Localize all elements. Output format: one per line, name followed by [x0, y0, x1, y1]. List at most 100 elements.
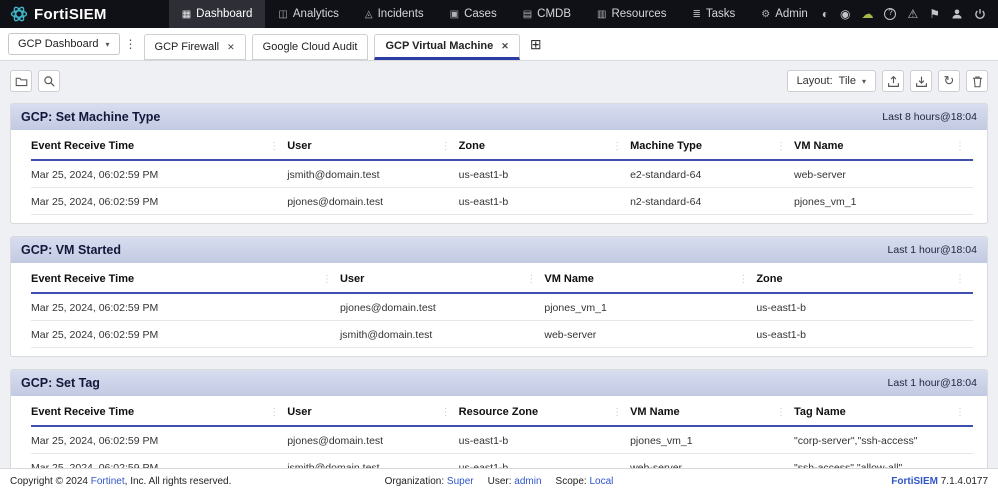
dashboard-folder-selector[interactable]: GCP Dashboard ▾ [8, 33, 120, 55]
nav-label: Incidents [377, 8, 424, 20]
nav-item-cases[interactable]: ▣ Cases [437, 0, 510, 28]
tab-gcp-firewall[interactable]: GCP Firewall ✕ [143, 34, 246, 60]
panel-header[interactable]: GCP: VM Started Last 1 hour@18:04 [11, 237, 987, 263]
organization-info: Organization: Super [385, 476, 474, 487]
cloud-status-icon[interactable]: ☁ [861, 8, 873, 20]
scope-info: Scope: Local [556, 476, 614, 487]
nav-label: Tasks [705, 8, 736, 20]
column-header[interactable]: User [339, 264, 545, 294]
fortinet-link[interactable]: Fortinet [91, 476, 125, 487]
user-info: User: admin [488, 476, 542, 487]
layout-label: Layout: [796, 75, 833, 87]
theme-icon[interactable]: ◐ [822, 8, 829, 20]
layout-value: Tile [838, 75, 856, 87]
folder-button[interactable] [10, 70, 32, 92]
flag-icon[interactable]: ⚑ [929, 8, 940, 20]
warning-icon[interactable]: ⚠ [907, 8, 918, 20]
search-icon [43, 75, 55, 87]
export-button[interactable] [882, 70, 904, 92]
organization-value[interactable]: Super [447, 476, 474, 487]
user-value[interactable]: admin [514, 476, 541, 487]
panel-gcp-set-tag: GCP: Set Tag Last 1 hour@18:04 Event Rec… [10, 369, 988, 468]
cmdb-icon: ▤ [522, 8, 533, 20]
tab-label: GCP Virtual Machine [385, 40, 494, 52]
table-cell: Mar 25, 2024, 06:02:59 PM [31, 321, 340, 348]
delete-button[interactable] [966, 70, 988, 92]
table-cell: web-server [794, 161, 973, 188]
nav-item-resources[interactable]: ▥ Resources [584, 0, 679, 28]
download-button[interactable] [910, 70, 932, 92]
nav-item-cmdb[interactable]: ▤ CMDB [510, 0, 584, 28]
table-cell: Mar 25, 2024, 06:02:59 PM [31, 188, 288, 215]
dashboard-content: Layout: Tile ▾ ↻ GCP: Set Machine Type L… [0, 61, 998, 468]
refresh-button[interactable]: ↻ [938, 70, 960, 92]
panel-time-range: Last 1 hour@18:04 [887, 244, 977, 256]
nav-item-incidents[interactable]: ◬ Incidents [352, 0, 437, 28]
panel-title: GCP: VM Started [21, 243, 122, 257]
nav-label: Resources [611, 8, 667, 20]
column-header[interactable]: VM Name [630, 397, 794, 427]
table-cell: "corp-server","ssh-access" [794, 427, 973, 454]
close-icon[interactable]: ✕ [501, 41, 509, 52]
column-header[interactable]: VM Name [794, 131, 973, 161]
product-name[interactable]: FortiSIEM [891, 476, 938, 487]
column-header[interactable]: Event Receive Time [31, 131, 288, 161]
dashboard-options-kebab-icon[interactable]: ⋮ [120, 37, 144, 51]
table-cell: n2-standard-64 [630, 188, 794, 215]
tab-gcp-virtual-machine[interactable]: GCP Virtual Machine ✕ [374, 34, 520, 60]
nav-label: Dashboard [196, 8, 253, 20]
column-header[interactable]: VM Name [544, 264, 757, 294]
help-icon[interactable]: ? [884, 8, 897, 20]
column-header[interactable]: Tag Name [794, 397, 973, 427]
table-cell: us-east1-b [458, 427, 631, 454]
panel-title: GCP: Set Machine Type [21, 110, 161, 124]
table-cell: pjones_vm_1 [794, 188, 973, 215]
panel-time-range: Last 1 hour@18:04 [887, 377, 977, 389]
copyright-prefix: Copyright © 2024 [10, 475, 91, 487]
column-header[interactable]: Event Receive Time [31, 264, 340, 294]
scope-value[interactable]: Local [589, 476, 613, 487]
nav-item-tasks[interactable]: ≣ Tasks [679, 0, 748, 28]
column-header[interactable]: Event Receive Time [31, 397, 288, 427]
table-cell: e2-standard-64 [630, 161, 794, 188]
table-cell: Mar 25, 2024, 06:02:59 PM [31, 161, 288, 188]
table-cell: pjones@domain.test [287, 427, 459, 454]
panel-header[interactable]: GCP: Set Machine Type Last 8 hours@18:04 [11, 104, 987, 130]
top-navbar: FortiSIEM ▦ Dashboard ◫ Analytics ◬ Inci… [0, 0, 998, 28]
refresh-icon: ↻ [943, 73, 955, 88]
download-icon [915, 76, 927, 87]
nav-label: Cases [464, 8, 497, 20]
add-dashboard-icon[interactable]: ⊞ [530, 36, 542, 53]
copyright-text: Copyright © 2024 Fortinet, Inc. All righ… [10, 476, 385, 487]
column-header[interactable]: User [287, 397, 459, 427]
layout-dropdown[interactable]: Layout: Tile ▾ [786, 70, 876, 92]
panel-header[interactable]: GCP: Set Tag Last 1 hour@18:04 [11, 370, 987, 396]
close-icon[interactable]: ✕ [227, 42, 235, 53]
tasks-icon: ≣ [692, 8, 701, 20]
column-header[interactable]: Zone [756, 264, 973, 294]
navbar-utilities: ◐ ◉ ☁ ? ⚠ ⚑ [822, 8, 998, 20]
table-cell: Mar 25, 2024, 06:02:59 PM [31, 454, 287, 468]
logout-power-icon[interactable] [974, 8, 986, 20]
table-cell: Mar 25, 2024, 06:02:59 PM [31, 427, 288, 454]
table-cell: jsmith@domain.test [339, 321, 545, 348]
copyright-suffix: , Inc. All rights reserved. [124, 475, 232, 487]
chevron-down-icon: ▾ [861, 76, 866, 86]
nav-label: CMDB [537, 8, 572, 20]
tab-google-cloud-audit[interactable]: Google Cloud Audit [251, 34, 369, 60]
user-icon[interactable] [951, 8, 963, 20]
analytics-icon: ◫ [278, 8, 288, 20]
column-header[interactable]: Machine Type [630, 131, 794, 161]
search-button[interactable] [38, 70, 60, 92]
table-cell: us-east1-b [459, 454, 630, 468]
column-header[interactable]: User [287, 131, 459, 161]
nav-item-analytics[interactable]: ◫ Analytics [265, 0, 351, 28]
visibility-icon[interactable]: ◉ [840, 8, 850, 20]
dashboard-icon: ▦ [181, 8, 192, 20]
brand-logo[interactable]: FortiSIEM [0, 5, 121, 23]
column-header[interactable]: Zone [458, 131, 631, 161]
tab-label: Google Cloud Audit [262, 41, 358, 53]
nav-item-admin[interactable]: ⚙ Admin [748, 0, 821, 28]
column-header[interactable]: Resource Zone [458, 397, 631, 427]
nav-item-dashboard[interactable]: ▦ Dashboard [168, 0, 266, 28]
